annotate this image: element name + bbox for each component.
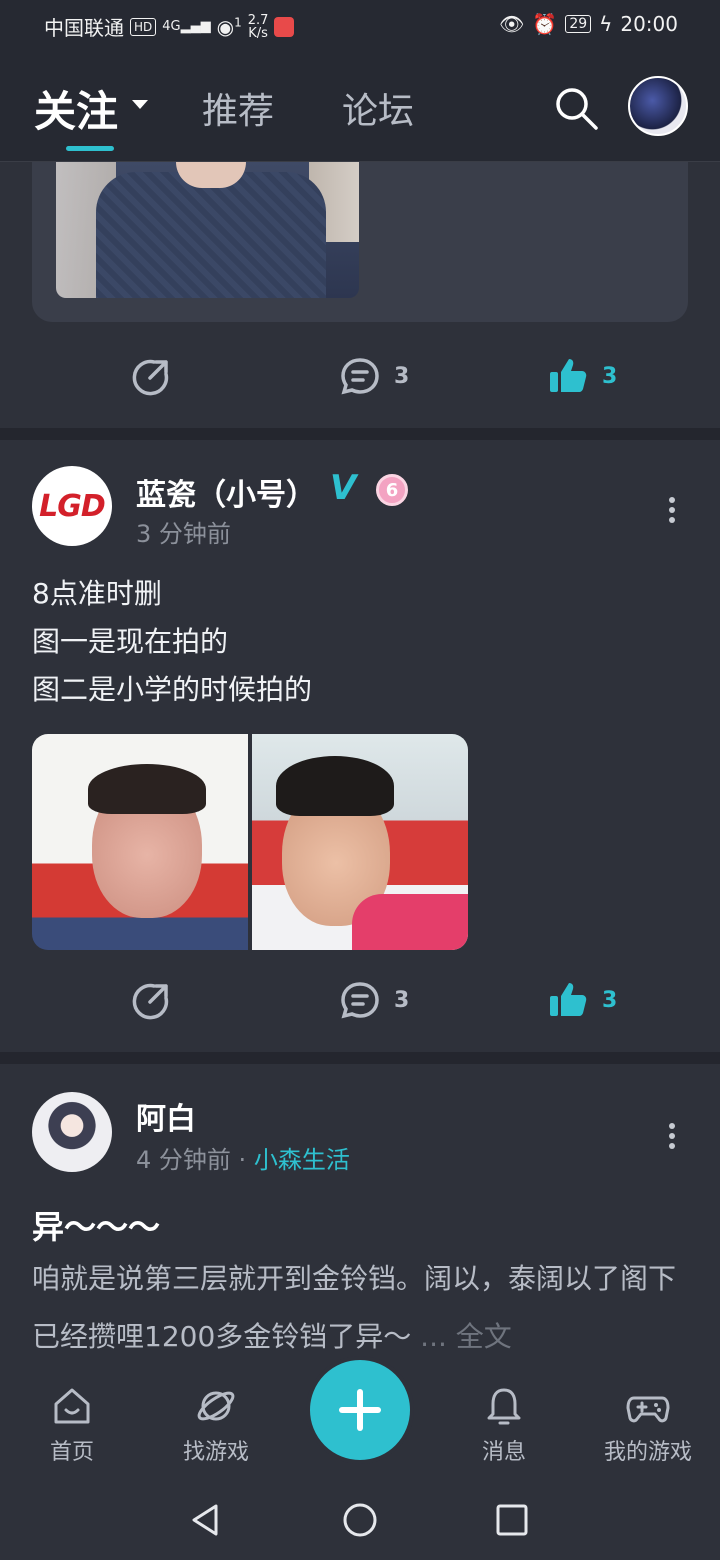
post-actions: 3 3 bbox=[0, 338, 720, 418]
post-images bbox=[32, 734, 468, 950]
carrier-label: 中国联通 bbox=[44, 16, 124, 40]
share-button[interactable] bbox=[132, 356, 172, 396]
like-button[interactable]: 3 bbox=[548, 980, 617, 1020]
comment-count: 3 bbox=[394, 987, 410, 1013]
comment-button[interactable]: 3 bbox=[340, 980, 409, 1020]
post-time: 3 分钟前 bbox=[136, 520, 231, 548]
feed: 3 3 LGD 蓝瓷（小号） V 6 3 分钟前 8点准时删 图一是现在拍的 图… bbox=[0, 162, 720, 1368]
avatar-logo-text: LGD bbox=[39, 488, 106, 524]
share-icon bbox=[132, 359, 169, 396]
like-count: 3 bbox=[602, 363, 618, 389]
back-icon[interactable] bbox=[186, 1500, 226, 1540]
comment-icon bbox=[341, 982, 379, 1019]
tab-following[interactable]: 关注 bbox=[34, 78, 118, 139]
bottom-navigation: 首页 找游戏 消息 我的游戏 bbox=[0, 1356, 720, 1480]
nav-find-games-label: 找游戏 bbox=[182, 1440, 249, 1465]
post-line: 图一是现在拍的 bbox=[32, 625, 229, 658]
author-avatar[interactable] bbox=[32, 1092, 112, 1172]
comment-icon bbox=[341, 358, 379, 395]
status-bar: 中国联通 HD 4G▂▄▆ ◉1 2.7 K/s 👁 ⏰ 29 ϟ 20:00 bbox=[0, 0, 720, 52]
charging-icon: ϟ bbox=[599, 12, 613, 36]
nav-messages[interactable]: 消息 bbox=[444, 1384, 564, 1466]
more-options-icon[interactable] bbox=[666, 1120, 678, 1150]
post-body-text: 咱就是说第三层就开到金铃铛。阔以，泰阔以了阁下已经攒哩1200多金铃铛了异～ bbox=[32, 1262, 677, 1353]
author-name[interactable]: 蓝瓷（小号） bbox=[136, 470, 316, 514]
alarm-icon: ⏰ bbox=[532, 12, 558, 36]
post-image-1[interactable] bbox=[32, 734, 248, 950]
nav-messages-label: 消息 bbox=[481, 1440, 526, 1465]
wifi-icon: ◉1 bbox=[216, 14, 242, 39]
status-left: 中国联通 HD 4G▂▄▆ ◉1 2.7 K/s bbox=[44, 12, 295, 41]
repost-box[interactable] bbox=[32, 162, 688, 322]
app-notification-icon bbox=[274, 16, 295, 37]
comment-count: 3 bbox=[394, 363, 410, 389]
user-avatar[interactable] bbox=[628, 76, 688, 136]
tab-recommended[interactable]: 推荐 bbox=[202, 82, 274, 134]
post-actions: 3 3 bbox=[0, 962, 720, 1042]
gamepad-icon bbox=[626, 1396, 670, 1423]
post-card[interactable]: 阿白 4 分钟前 · 小森生活 异～～～ 咱就是说第三层就开到金铃铛。阔以，泰阔… bbox=[0, 1064, 720, 1368]
post-meta: 4 分钟前 · 小森生活 bbox=[136, 1140, 350, 1175]
post-line: 8点准时删 bbox=[32, 577, 162, 610]
clock: 20:00 bbox=[620, 12, 678, 36]
nav-home-label: 首页 bbox=[49, 1440, 94, 1465]
nav-my-games[interactable]: 我的游戏 bbox=[588, 1384, 708, 1466]
search-icon[interactable] bbox=[552, 84, 600, 132]
eye-icon: 👁 bbox=[499, 12, 525, 36]
verified-badge: V bbox=[330, 468, 357, 508]
home-circle-icon[interactable] bbox=[340, 1500, 380, 1540]
network-speed: 2.7 K/s bbox=[247, 12, 269, 41]
thumbs-up-icon bbox=[550, 359, 587, 392]
status-right: 👁 ⏰ 29 ϟ 20:00 bbox=[499, 12, 678, 36]
system-navigation bbox=[0, 1480, 720, 1560]
partial-post-card[interactable]: 3 3 bbox=[0, 162, 720, 428]
post-card[interactable]: LGD 蓝瓷（小号） V 6 3 分钟前 8点准时删 图一是现在拍的 图二是小学… bbox=[0, 440, 720, 1052]
home-icon bbox=[54, 1388, 90, 1424]
divider bbox=[0, 428, 720, 440]
create-post-button[interactable] bbox=[306, 1356, 414, 1464]
tab-forum[interactable]: 论坛 bbox=[342, 82, 414, 134]
nav-home[interactable]: 首页 bbox=[12, 1384, 132, 1466]
signal-icon: 4G▂▄▆ bbox=[162, 19, 211, 34]
divider bbox=[0, 1052, 720, 1064]
top-navigation: 关注 推荐 论坛 bbox=[0, 52, 720, 162]
battery-level: 29 bbox=[565, 15, 592, 33]
planet-icon bbox=[197, 1391, 235, 1421]
post-image[interactable] bbox=[56, 162, 359, 298]
bell-icon bbox=[487, 1388, 521, 1425]
topic-link[interactable]: 小森生活 bbox=[254, 1146, 350, 1174]
post-title[interactable]: 异～～～ bbox=[32, 1202, 160, 1248]
recents-icon[interactable] bbox=[492, 1500, 532, 1540]
share-icon bbox=[132, 983, 169, 1020]
comment-button[interactable]: 3 bbox=[340, 356, 409, 396]
nav-find-games[interactable]: 找游戏 bbox=[156, 1384, 276, 1466]
post-content[interactable]: 8点准时删 图一是现在拍的 图二是小学的时候拍的 bbox=[32, 570, 312, 714]
more-options-icon[interactable] bbox=[666, 494, 678, 524]
thumbs-up-icon bbox=[550, 983, 587, 1016]
post-line: 图二是小学的时候拍的 bbox=[32, 673, 313, 706]
post-body[interactable]: 咱就是说第三层就开到金铃铛。阔以，泰阔以了阁下已经攒哩1200多金铃铛了异～ .… bbox=[32, 1250, 692, 1366]
meta-separator: · bbox=[238, 1146, 247, 1174]
post-time: 4 分钟前 bbox=[136, 1146, 231, 1174]
share-button[interactable] bbox=[132, 980, 172, 1020]
plus-icon bbox=[339, 1389, 381, 1431]
like-button[interactable]: 3 bbox=[548, 356, 617, 396]
active-tab-indicator bbox=[66, 146, 114, 151]
read-more-link[interactable]: ... 全文 bbox=[420, 1320, 512, 1353]
author-avatar[interactable]: LGD bbox=[32, 466, 112, 546]
author-name[interactable]: 阿白 bbox=[136, 1094, 196, 1138]
nav-my-games-label: 我的游戏 bbox=[603, 1440, 692, 1465]
chevron-down-icon[interactable] bbox=[132, 100, 148, 109]
level-badge: 6 bbox=[376, 474, 408, 506]
hd-badge: HD bbox=[130, 17, 157, 36]
post-image-2[interactable] bbox=[252, 734, 468, 950]
like-count: 3 bbox=[602, 987, 618, 1013]
